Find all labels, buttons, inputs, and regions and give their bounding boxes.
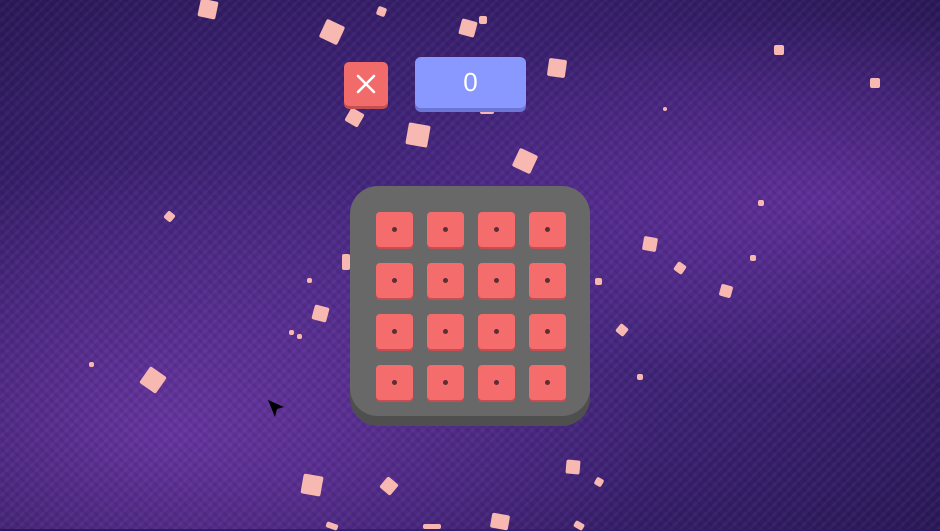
confetti-piece xyxy=(379,476,399,496)
confetti-piece xyxy=(870,78,880,88)
tile-dot xyxy=(494,380,499,385)
tile-r2-c3[interactable] xyxy=(478,263,515,298)
tile-dot xyxy=(545,380,550,385)
confetti-piece xyxy=(163,210,176,223)
confetti-piece xyxy=(663,107,667,111)
tile-r2-c4[interactable] xyxy=(529,263,566,298)
confetti-piece xyxy=(546,57,568,79)
confetti-piece xyxy=(375,5,388,18)
confetti-piece xyxy=(673,261,687,275)
confetti-piece xyxy=(637,374,643,380)
tile-r4-c1[interactable] xyxy=(376,365,413,400)
confetti-piece xyxy=(641,235,659,253)
score-display: 0 xyxy=(415,57,526,108)
confetti-piece xyxy=(458,18,478,38)
tile-dot xyxy=(494,227,499,232)
confetti-piece xyxy=(139,366,167,394)
tile-dot xyxy=(545,278,550,283)
confetti-piece xyxy=(89,362,94,367)
tile-r3-c2[interactable] xyxy=(427,314,464,349)
close-icon xyxy=(356,74,376,94)
confetti-piece xyxy=(405,122,431,148)
tile-r3-c4[interactable] xyxy=(529,314,566,349)
tile-dot xyxy=(392,329,397,334)
tile-dot xyxy=(392,380,397,385)
tile-r1-c3[interactable] xyxy=(478,212,515,247)
tile-r4-c4[interactable] xyxy=(529,365,566,400)
tile-r4-c3[interactable] xyxy=(478,365,515,400)
confetti-piece xyxy=(300,473,324,497)
tile-dot xyxy=(443,227,448,232)
tile-r3-c1[interactable] xyxy=(376,314,413,349)
tile-r4-c2[interactable] xyxy=(427,365,464,400)
confetti-piece xyxy=(197,0,219,20)
confetti-piece xyxy=(595,278,602,285)
confetti-piece xyxy=(344,107,365,128)
confetti-piece xyxy=(325,521,339,531)
tile-dot xyxy=(443,380,448,385)
tile-dot xyxy=(443,329,448,334)
confetti-piece xyxy=(318,18,346,46)
tile-r1-c4[interactable] xyxy=(529,212,566,247)
confetti-piece xyxy=(479,16,487,24)
tile-dot xyxy=(494,278,499,283)
tile-r2-c2[interactable] xyxy=(427,263,464,298)
confetti-piece xyxy=(572,519,586,531)
score-value: 0 xyxy=(463,67,478,97)
confetti-piece xyxy=(311,304,330,323)
confetti-piece xyxy=(758,200,764,206)
tile-r3-c3[interactable] xyxy=(478,314,515,349)
confetti-piece xyxy=(593,476,605,488)
confetti-piece xyxy=(423,524,441,529)
tile-dot xyxy=(392,278,397,283)
confetti-piece xyxy=(774,45,784,55)
confetti-piece xyxy=(307,278,312,283)
close-button[interactable] xyxy=(344,62,388,106)
confetti-piece xyxy=(718,283,734,299)
tile-r1-c1[interactable] xyxy=(376,212,413,247)
tile-dot xyxy=(545,227,550,232)
confetti-piece xyxy=(511,147,539,175)
confetti-piece xyxy=(614,322,630,338)
tile-r2-c1[interactable] xyxy=(376,263,413,298)
confetti-piece xyxy=(489,512,511,531)
confetti-piece xyxy=(750,255,756,261)
confetti-piece xyxy=(342,254,350,270)
tile-dot xyxy=(545,329,550,334)
mouse-pointer-icon xyxy=(268,400,284,417)
confetti-piece xyxy=(289,330,294,335)
tile-dot xyxy=(392,227,397,232)
tile-r1-c2[interactable] xyxy=(427,212,464,247)
tile-dot xyxy=(443,278,448,283)
tile-dot xyxy=(494,329,499,334)
confetti-piece xyxy=(565,459,581,475)
confetti-piece xyxy=(297,334,302,339)
game-board xyxy=(350,186,590,416)
